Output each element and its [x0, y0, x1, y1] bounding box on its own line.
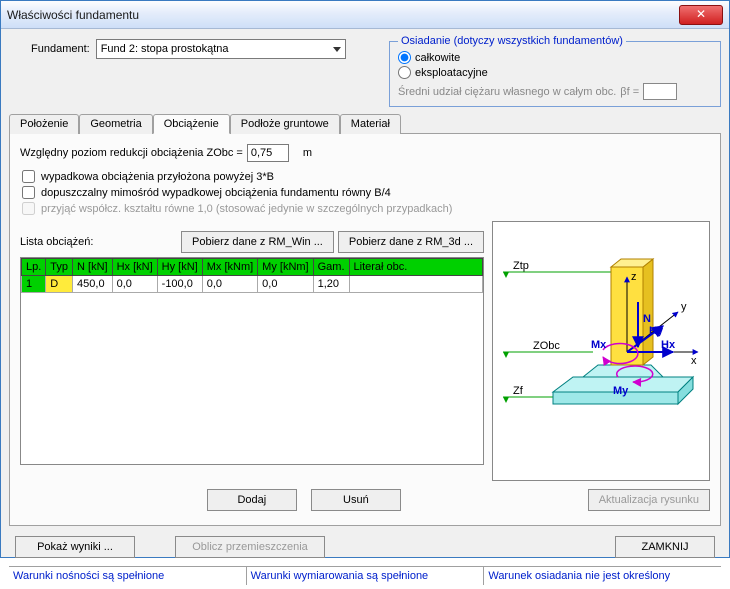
chk-wypadkowa[interactable] — [22, 170, 35, 183]
th-mx[interactable]: Mx [kNm] — [202, 259, 257, 276]
th-my[interactable]: My [kNm] — [258, 259, 313, 276]
osiadanie-gray: Średni udział ciężaru własnego w całym o… — [398, 83, 712, 100]
status-nosnosc: Warunki nośności są spełnione — [9, 567, 247, 585]
th-n[interactable]: N [kN] — [73, 259, 113, 276]
svg-text:y: y — [681, 301, 687, 313]
close-icon[interactable]: ✕ — [679, 5, 723, 25]
radio-calkowite-label: całkowite — [415, 52, 460, 64]
tab-polozenie[interactable]: Położenie — [9, 114, 79, 134]
btn-zamknij[interactable]: ZAMKNIJ — [615, 536, 715, 558]
chk-wypadkowa-label: wypadkowa obciążenia przyłożona powyżej … — [41, 171, 274, 183]
btn-rm3d[interactable]: Pobierz dane z RM_3d ... — [338, 231, 484, 253]
svg-text:z: z — [631, 271, 637, 283]
btn-dodaj[interactable]: Dodaj — [207, 489, 297, 511]
diagram-svg: Ztp ZObc Zf — [493, 222, 709, 480]
th-gam[interactable]: Gam. — [313, 259, 349, 276]
lista-label: Lista obciążeń: — [20, 236, 93, 248]
zobc-input[interactable] — [247, 144, 289, 162]
tab-obciazenie[interactable]: Obciążenie — [153, 114, 230, 134]
btn-aktualizacja: Aktualizacja rysunku — [588, 489, 710, 511]
btn-pokaz-wyniki[interactable]: Pokaż wyniki ... — [15, 536, 135, 558]
table-row[interactable]: 1 D 450,0 0,0 -100,0 0,0 0,0 1,20 — [22, 276, 483, 293]
tabstrip: Położenie Geometria Obciążenie Podłoże g… — [9, 113, 721, 134]
th-hy[interactable]: Hy [kN] — [157, 259, 202, 276]
th-lit[interactable]: Literał obc. — [349, 259, 482, 276]
svg-text:My: My — [613, 385, 629, 397]
svg-text:Zf: Zf — [513, 385, 524, 397]
osiadanie-legend: Osiadanie (dotyczy wszystkich fundamentó… — [398, 35, 626, 47]
footer-buttons: Pokaż wyniki ... Oblicz przemieszczenia … — [9, 536, 721, 558]
status-wymiarowanie: Warunki wymiarowania są spełnione — [247, 567, 485, 585]
tab-geometria[interactable]: Geometria — [79, 114, 152, 134]
tab-material[interactable]: Materiał — [340, 114, 401, 134]
chk-ksztalt-label: przyjąć współcz. kształtu równe 1,0 (sto… — [41, 203, 452, 215]
osiadanie-group: Osiadanie (dotyczy wszystkich fundamentó… — [389, 35, 721, 107]
svg-text:Ztp: Ztp — [513, 260, 529, 272]
status-bar: Warunki nośności są spełnione Warunki wy… — [9, 566, 721, 585]
radio-eksploatacyjne[interactable] — [398, 66, 411, 79]
tab-podloze[interactable]: Podłoże gruntowe — [230, 114, 340, 134]
radio-calkowite[interactable] — [398, 51, 411, 64]
svg-text:Hy: Hy — [649, 325, 664, 337]
zobc-label: Względny poziom redukcji obciążenia ZObc… — [20, 147, 243, 159]
svg-text:N: N — [643, 313, 651, 325]
window-title: Właściwości fundamentu — [7, 8, 139, 22]
th-typ[interactable]: Typ — [46, 259, 73, 276]
btn-usun[interactable]: Usuń — [311, 489, 401, 511]
fundament-label: Fundament: — [31, 43, 90, 55]
chk-mimosrod[interactable] — [22, 186, 35, 199]
th-lp[interactable]: Lp. — [22, 259, 46, 276]
fundament-select[interactable]: Fund 2: stopa prostokątna — [96, 39, 346, 59]
zobc-unit: m — [303, 147, 312, 159]
beta-input — [643, 83, 677, 100]
radio-eksploatacyjne-label: eksploatacyjne — [415, 67, 488, 79]
svg-text:Hx: Hx — [661, 339, 676, 351]
svg-text:x: x — [691, 355, 697, 367]
svg-text:ZObc: ZObc — [533, 340, 560, 352]
status-osiadanie: Warunek osiadania nie jest określony — [484, 567, 721, 585]
load-table-wrap: Lp. Typ N [kN] Hx [kN] Hy [kN] Mx [kNm] … — [20, 257, 484, 465]
btn-oblicz: Oblicz przemieszczenia — [175, 536, 325, 558]
window: Właściwości fundamentu ✕ Fundament: Fund… — [0, 0, 730, 558]
load-table[interactable]: Lp. Typ N [kN] Hx [kN] Hy [kN] Mx [kNm] … — [21, 258, 483, 293]
tab-panel-obciazenie: Względny poziom redukcji obciążenia ZObc… — [9, 134, 721, 526]
th-hx[interactable]: Hx [kN] — [112, 259, 157, 276]
client-area: Fundament: Fund 2: stopa prostokątna Osi… — [1, 29, 729, 589]
chk-mimosrod-label: dopuszczalny mimośród wypadkowej obciąże… — [41, 187, 391, 199]
chk-ksztalt — [22, 202, 35, 215]
svg-text:Mx: Mx — [591, 339, 607, 351]
titlebar: Właściwości fundamentu ✕ — [1, 1, 729, 29]
btn-rmwin[interactable]: Pobierz dane z RM_Win ... — [181, 231, 334, 253]
diagram: Ztp ZObc Zf — [492, 221, 710, 481]
